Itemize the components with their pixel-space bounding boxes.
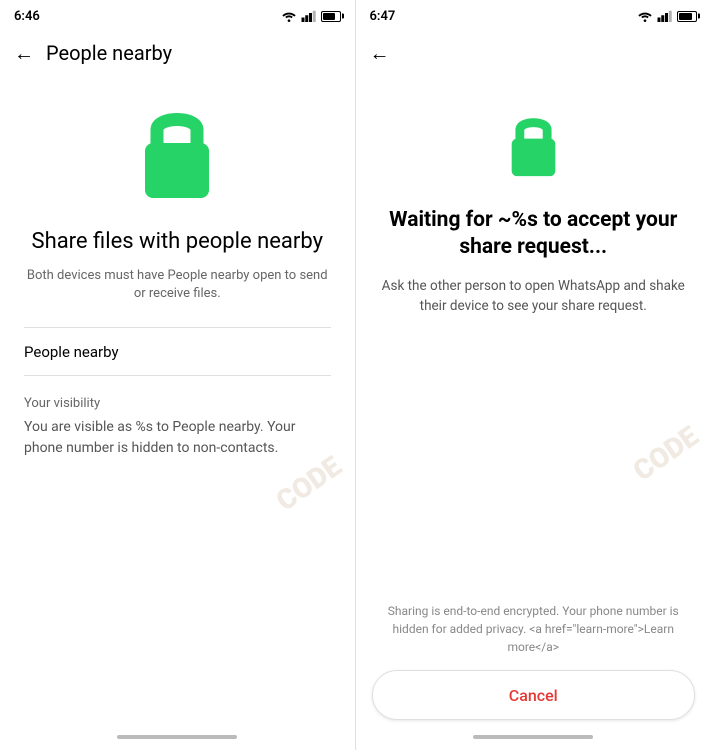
battery-icon-right bbox=[677, 11, 697, 22]
right-screen: 6:47 ← Wa bbox=[356, 0, 711, 750]
signal-icon-left bbox=[301, 10, 317, 22]
people-nearby-item[interactable]: People nearby bbox=[24, 328, 331, 376]
header-left: ← People nearby bbox=[0, 28, 355, 78]
header-right: ← bbox=[356, 28, 711, 78]
nav-bar-left bbox=[117, 735, 237, 739]
lock-small-icon bbox=[496, 108, 571, 183]
waiting-title: Waiting for ~%s to accept your share req… bbox=[380, 207, 688, 262]
status-bar-right: 6:47 bbox=[356, 0, 711, 28]
waiting-subtitle: Ask the other person to open WhatsApp an… bbox=[380, 276, 688, 317]
battery-icon-left bbox=[321, 11, 341, 22]
back-button-left[interactable]: ← bbox=[14, 41, 34, 66]
left-content: Share files with people nearby Both devi… bbox=[0, 78, 355, 730]
wifi-icon bbox=[281, 10, 297, 22]
status-bar-left: 6:46 bbox=[0, 0, 355, 28]
cancel-label: Cancel bbox=[509, 686, 558, 705]
nav-indicator-right bbox=[356, 730, 711, 750]
status-icons-left bbox=[281, 10, 341, 22]
cancel-button[interactable]: Cancel bbox=[372, 670, 696, 720]
nav-indicator-left bbox=[0, 730, 355, 750]
wifi-icon-right bbox=[637, 10, 653, 22]
visibility-group-title: Your visibility bbox=[24, 396, 331, 411]
status-time-right: 6:47 bbox=[370, 9, 396, 24]
visibility-section: Your visibility You are visible as %s to… bbox=[24, 396, 331, 459]
share-title: Share files with people nearby bbox=[32, 228, 323, 257]
lock-large-icon bbox=[122, 98, 232, 208]
visibility-text: You are visible as %s to People nearby. … bbox=[24, 417, 331, 459]
status-time-left: 6:46 bbox=[14, 9, 40, 24]
signal-icon-right bbox=[657, 10, 673, 22]
share-subtitle: Both devices must have People nearby ope… bbox=[24, 267, 331, 303]
bottom-section-right: Sharing is end-to-end encrypted. Your ph… bbox=[372, 602, 696, 720]
people-nearby-label: People nearby bbox=[24, 343, 119, 361]
page-title-left: People nearby bbox=[46, 41, 172, 65]
status-icons-right bbox=[637, 10, 697, 22]
nav-bar-right bbox=[473, 735, 593, 739]
back-button-right[interactable]: ← bbox=[370, 41, 390, 66]
left-screen: 6:46 ← People nearby bbox=[0, 0, 356, 750]
encryption-text: Sharing is end-to-end encrypted. Your ph… bbox=[372, 602, 696, 656]
